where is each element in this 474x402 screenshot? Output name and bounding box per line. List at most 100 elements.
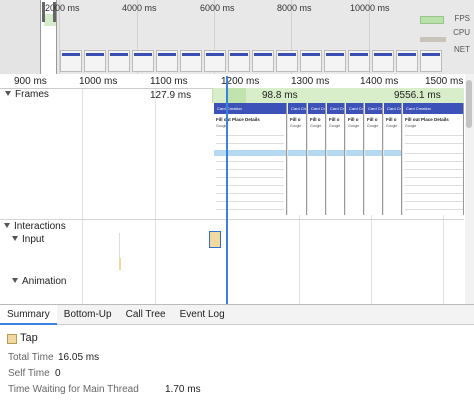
card-subtitle: Fill out Place Details (405, 117, 449, 122)
overview-screenshot-thumb (348, 50, 370, 72)
card-subtext: Google (386, 124, 398, 128)
card-subtext: Google (329, 124, 341, 128)
animation-label: Animation (22, 276, 67, 287)
expand-arrow-icon[interactable] (12, 236, 18, 241)
overview-screenshot-thumb (84, 50, 106, 72)
card-subtext: Google (367, 124, 379, 128)
overview-screenshot-thumb (276, 50, 298, 72)
cpu-label: CPU (453, 28, 470, 37)
input-event-marker (119, 233, 120, 258)
overview-ruler: 2000 ms 4000 ms 6000 ms 8000 ms 10000 ms (0, 0, 474, 14)
frame-screenshot[interactable]: Card Creation Fill o Google (308, 103, 326, 215)
overview-screenshot-thumb (396, 50, 418, 72)
overview-cpu-graph (420, 37, 446, 42)
ruler-tick: 1000 ms (79, 76, 118, 87)
card-header: Card Creation (365, 103, 382, 114)
track-separator (0, 219, 464, 220)
overview-screenshot-thumb (420, 50, 442, 72)
card-subtitle: Fill o (348, 117, 359, 122)
overview-screenshot-thumb (108, 50, 130, 72)
overview-tick: 4000 ms (122, 3, 157, 13)
event-color-swatch (7, 334, 17, 344)
card-subtitle: Fill o (386, 117, 397, 122)
overview-tick: 6000 ms (200, 3, 235, 13)
self-time-label: Self Time (8, 368, 50, 379)
net-label: NET (454, 45, 470, 54)
expand-arrow-icon[interactable] (5, 91, 11, 96)
frame-screenshot[interactable]: Card Creation Fill o Google (288, 103, 307, 215)
frame-duration: 9556.1 ms (394, 90, 441, 101)
waiting-time-value: 1.70 ms (165, 384, 201, 395)
overview-screenshot-thumb (60, 50, 82, 72)
frame-bar-selected[interactable] (228, 88, 246, 103)
overview-screenshot-thumb (180, 50, 202, 72)
expand-arrow-icon[interactable] (12, 278, 18, 283)
card-subtitle: Fill o (310, 117, 321, 122)
scrollbar-thumb[interactable] (466, 80, 472, 128)
tab-call-tree[interactable]: Call Tree (119, 305, 173, 325)
card-subtext: Google (348, 124, 360, 128)
interactions-track-header[interactable]: Interactions (4, 221, 66, 232)
frame-screenshot[interactable]: Card Creation Fill o Google (327, 103, 345, 215)
card-subtitle: Fill o (329, 117, 340, 122)
frame-screenshot[interactable]: Card Creation Fill o Google (384, 103, 402, 215)
card-subtitle: Fill o (290, 117, 301, 122)
ruler-tick: 1400 ms (360, 76, 399, 87)
event-title: Tap (20, 332, 38, 344)
overview-screenshot-thumb (204, 50, 226, 72)
card-header: Card Creation (214, 103, 286, 114)
tab-event-log[interactable]: Event Log (173, 305, 232, 325)
card-header: Card Creation (346, 103, 363, 114)
card-header: Card Creation (384, 103, 401, 114)
card-header: Card Creation (308, 103, 325, 114)
tap-input-event[interactable] (209, 231, 221, 248)
total-time-value: 16.05 ms (58, 352, 100, 363)
overview-screenshot-thumb (372, 50, 394, 72)
ruler-tick: 1300 ms (291, 76, 330, 87)
card-header: Card Creation (403, 103, 463, 114)
waiting-time-label: Time Waiting for Main Thread (8, 384, 139, 395)
overview-screenshot-thumb (156, 50, 178, 72)
frame-screenshot[interactable]: Card Creation Fill out Place Details Goo… (403, 103, 464, 215)
overview-tick: 2000 ms (45, 3, 80, 13)
overview-tick: 10000 ms (350, 3, 390, 13)
input-track-header[interactable]: Input (12, 234, 44, 245)
overview-screenshot-thumb (252, 50, 274, 72)
card-header: Card Creation (327, 103, 344, 114)
frames-filmstrip[interactable]: Card Creation Fill out Place Details Goo… (214, 103, 464, 215)
ruler-tick: 1100 ms (150, 76, 188, 87)
card-subtext: Google (310, 124, 322, 128)
card-subtext: Google (290, 124, 302, 128)
overview-screenshot-thumb (228, 50, 250, 72)
overview-fps-bar (420, 16, 444, 24)
animation-track-header[interactable]: Animation (12, 276, 66, 287)
input-event[interactable] (119, 258, 121, 270)
timeline-overview[interactable]: 2000 ms 4000 ms 6000 ms 8000 ms 10000 ms… (0, 0, 474, 74)
frames-label: Frames (15, 89, 49, 100)
overview-screenshot-thumb (300, 50, 322, 72)
tab-summary[interactable]: Summary (0, 305, 57, 325)
total-time-label: Total Time (8, 352, 54, 363)
frame-screenshot[interactable]: Card Creation Fill out Place Details Goo… (214, 103, 287, 215)
expand-arrow-icon[interactable] (4, 223, 10, 228)
overview-screenshots (60, 50, 474, 72)
card-header: Card Creation (288, 103, 306, 114)
overview-tick: 8000 ms (277, 3, 312, 13)
card-subtitle: Fill out Place Details (216, 117, 260, 122)
card-subtitle: Fill o (367, 117, 378, 122)
input-label: Input (22, 234, 45, 245)
card-subtext: Google (405, 124, 417, 128)
frame-duration: 98.8 ms (262, 90, 298, 101)
overview-screenshot-thumb (132, 50, 154, 72)
timeline-cursor[interactable] (226, 76, 228, 305)
tab-bottom-up[interactable]: Bottom-Up (57, 305, 119, 325)
time-ruler: 900 ms 1000 ms 1100 ms 1200 ms 1300 ms 1… (0, 74, 464, 89)
frame-screenshot[interactable]: Card Creation Fill o Google (365, 103, 383, 215)
interactions-label: Interactions (14, 221, 66, 232)
ruler-tick: 900 ms (14, 76, 47, 87)
frame-duration: 127.9 ms (150, 90, 192, 101)
ruler-tick: 1500 ms (425, 76, 464, 87)
overview-screenshot-thumb (324, 50, 346, 72)
frame-screenshot[interactable]: Card Creation Fill o Google (346, 103, 364, 215)
details-tabs: Summary Bottom-Up Call Tree Event Log (0, 305, 474, 325)
